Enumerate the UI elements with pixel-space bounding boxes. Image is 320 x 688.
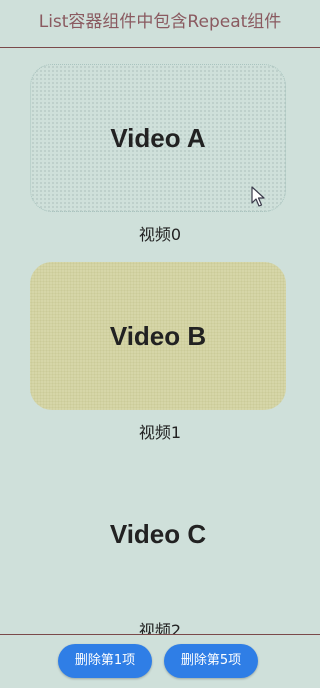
video-title: Video B [109, 320, 207, 351]
video-card-c[interactable]: Video C [30, 460, 286, 608]
delete-fifth-item-button[interactable]: 删除第5项 [164, 644, 258, 678]
list-item[interactable]: Video B 视频1 [0, 246, 320, 444]
video-title: Video C [109, 518, 207, 549]
video-card-b[interactable]: Video B [30, 262, 286, 410]
delete-first-item-button[interactable]: 删除第1项 [58, 644, 152, 678]
video-title: Video A [110, 122, 206, 153]
mouse-pointer-icon [251, 186, 265, 207]
list-item[interactable]: Video A 视频0 [0, 48, 320, 246]
video-list[interactable]: Video A 视频0 Video B 视频1 Video C 视频2 [0, 48, 320, 634]
video-caption: 视频2 [138, 621, 182, 634]
video-caption: 视频0 [138, 225, 182, 244]
video-caption: 视频1 [138, 423, 182, 442]
action-bar: 删除第1项 删除第5项 [0, 634, 320, 688]
page-title: List容器组件中包含Repeat组件 [0, 0, 320, 48]
video-card-a[interactable]: Video A [30, 64, 286, 212]
list-item[interactable]: Video C 视频2 [0, 444, 320, 635]
